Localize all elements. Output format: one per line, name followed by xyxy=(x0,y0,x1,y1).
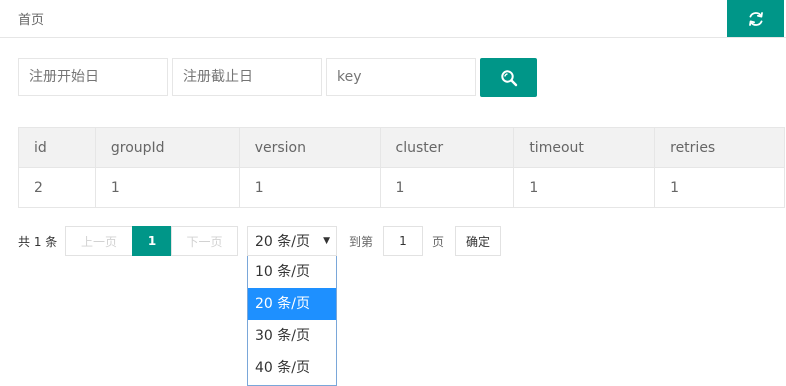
cell-cluster: 1 xyxy=(379,167,515,208)
data-table: id groupId version cluster timeout retri… xyxy=(18,127,785,208)
column-header-cluster[interactable]: cluster xyxy=(379,127,515,168)
page-size-option-40[interactable]: 40 条/页 xyxy=(248,352,336,384)
column-header-id[interactable]: id xyxy=(18,127,96,168)
prev-page-button[interactable]: 上一页 xyxy=(65,226,133,256)
search-button[interactable] xyxy=(480,58,537,97)
table-header-row: id groupId version cluster timeout retri… xyxy=(18,127,785,168)
goto-page-input[interactable]: 1 xyxy=(383,226,423,256)
page-size-dropdown: 10 条/页 20 条/页 30 条/页 40 条/页 xyxy=(247,256,337,386)
column-header-timeout[interactable]: timeout xyxy=(513,127,656,168)
table-row[interactable]: 2 1 1 1 1 1 xyxy=(18,167,785,208)
page-size-option-30[interactable]: 30 条/页 xyxy=(248,320,336,352)
breadcrumb-home[interactable]: 首页 xyxy=(18,9,44,28)
goto-label: 到第 xyxy=(349,234,374,249)
top-bar: 首页 xyxy=(0,0,786,38)
key-input[interactable] xyxy=(326,58,476,96)
end-date-input[interactable] xyxy=(172,58,322,96)
total-count: 共 1 条 xyxy=(18,234,58,249)
cell-retries: 1 xyxy=(654,167,785,208)
refresh-button[interactable] xyxy=(727,0,784,37)
caret-down-icon: ▼ xyxy=(323,236,330,246)
page-size-value: 20 条/页 xyxy=(255,234,310,250)
column-header-retries[interactable]: retries xyxy=(654,127,785,168)
page-size-option-10[interactable]: 10 条/页 xyxy=(248,256,336,288)
cell-groupid: 1 xyxy=(94,167,240,208)
column-header-groupid[interactable]: groupId xyxy=(94,127,240,168)
search-icon xyxy=(500,69,517,86)
cell-version: 1 xyxy=(238,167,381,208)
page-size-option-20[interactable]: 20 条/页 xyxy=(248,288,336,320)
cell-timeout: 1 xyxy=(513,167,656,208)
page-unit-label: 页 xyxy=(432,234,445,249)
start-date-input[interactable] xyxy=(18,58,168,96)
cell-id: 2 xyxy=(18,167,96,208)
page-size-select[interactable]: 20 条/页 ▼ xyxy=(247,226,337,256)
refresh-icon xyxy=(748,11,763,26)
next-page-button[interactable]: 下一页 xyxy=(171,226,238,256)
confirm-goto-button[interactable]: 确定 xyxy=(455,226,501,256)
current-page-button[interactable]: 1 xyxy=(132,226,172,256)
column-header-version[interactable]: version xyxy=(238,127,381,168)
